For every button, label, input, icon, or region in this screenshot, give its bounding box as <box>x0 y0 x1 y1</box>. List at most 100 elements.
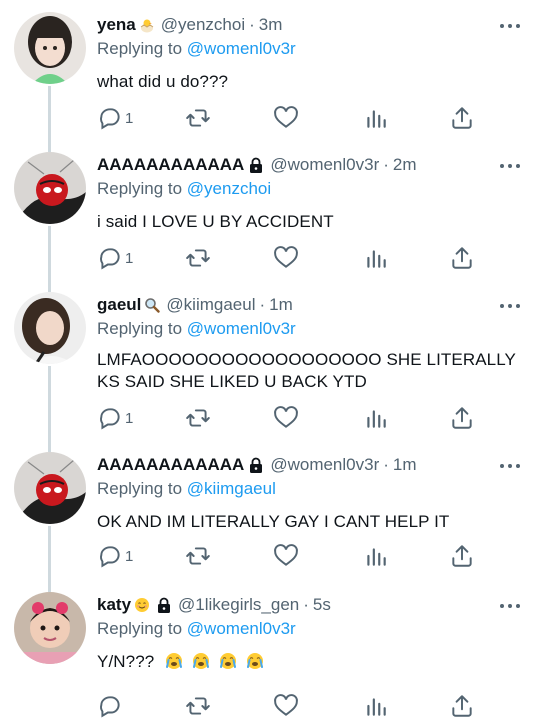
share-button[interactable] <box>449 104 475 132</box>
views-button[interactable] <box>363 542 389 570</box>
reply-icon <box>97 105 123 131</box>
display-name[interactable]: gaeul <box>97 294 141 316</box>
avatar[interactable] <box>14 452 86 524</box>
crying-emoji <box>192 652 210 670</box>
avatar[interactable] <box>14 292 86 364</box>
lock-icon <box>248 157 264 173</box>
avatar[interactable] <box>14 12 86 84</box>
retweet-button[interactable] <box>185 542 211 570</box>
share-button[interactable] <box>449 542 475 570</box>
tweet[interactable]: AAAAAAAAAAAA @womenl0v3r · 2m Replying t… <box>0 140 540 280</box>
share-button[interactable] <box>449 244 475 272</box>
tweet-text: Y/N??? <box>97 652 155 671</box>
retweet-button[interactable] <box>185 404 211 432</box>
replying-to: Replying to @womenl0v3r <box>97 38 522 60</box>
user-handle[interactable]: @womenl0v3r <box>270 154 379 176</box>
user-handle[interactable]: @womenl0v3r <box>270 454 379 476</box>
user-handle[interactable]: @yenzchoi <box>161 14 245 36</box>
avatar[interactable] <box>14 152 86 224</box>
timestamp[interactable]: 1m <box>393 454 417 476</box>
reply-count: 1 <box>125 547 134 565</box>
more-icon[interactable] <box>500 464 520 470</box>
reply-count: 1 <box>125 109 134 127</box>
views-icon <box>363 245 389 271</box>
timestamp[interactable]: 1m <box>269 294 293 316</box>
like-button[interactable] <box>273 542 299 570</box>
reply-button[interactable]: 1 <box>97 244 133 272</box>
tweet-text-line: KS SAID SHE LIKED U BACK YTD <box>97 372 367 391</box>
reply-button[interactable] <box>97 692 125 720</box>
share-icon <box>449 543 475 569</box>
timestamp[interactable]: 3m <box>259 14 283 36</box>
reply-button[interactable]: 1 <box>97 542 133 570</box>
more-icon[interactable] <box>500 304 520 310</box>
mention-link[interactable]: @womenl0v3r <box>187 619 296 638</box>
reply-icon <box>97 405 123 431</box>
replying-to: Replying to @yenzchoi <box>97 178 522 200</box>
mention-link[interactable]: @kiimgaeul <box>187 479 276 498</box>
crying-emoji <box>165 652 183 670</box>
replying-to: Replying to @womenl0v3r <box>97 618 522 640</box>
like-icon <box>273 245 299 271</box>
tweet[interactable]: gaeul @kiimgaeul · 1m Replying to @women… <box>0 280 540 440</box>
reply-icon <box>97 543 123 569</box>
tweet-text-line: LMFAOOOOOOOOOOOOOOOOOO SHE LITERALLY <box>97 350 516 369</box>
user-handle[interactable]: @1likegirls_gen <box>178 594 299 616</box>
smiling-emoji <box>134 597 150 613</box>
views-button[interactable] <box>363 104 389 132</box>
views-icon <box>363 405 389 431</box>
mention-link[interactable]: @yenzchoi <box>187 179 271 198</box>
reply-button[interactable]: 1 <box>97 404 133 432</box>
tweet-text: i said I LOVE U BY ACCIDENT <box>97 212 334 231</box>
retweet-icon <box>185 405 211 431</box>
replying-prefix: Replying to <box>97 479 183 498</box>
like-icon <box>273 693 299 719</box>
separator-dot: · <box>383 455 389 474</box>
reply-count: 1 <box>125 409 134 427</box>
replying-to: Replying to @kiimgaeul <box>97 478 522 500</box>
display-name[interactable]: AAAAAAAAAAAA <box>97 454 244 476</box>
like-button[interactable] <box>273 692 299 720</box>
views-button[interactable] <box>363 404 389 432</box>
more-icon[interactable] <box>500 24 520 30</box>
views-icon <box>363 543 389 569</box>
share-button[interactable] <box>449 404 475 432</box>
reply-button[interactable]: 1 <box>97 104 133 132</box>
tweet-actions <box>97 692 522 720</box>
views-icon <box>363 105 389 131</box>
timestamp[interactable]: 5s <box>313 594 331 616</box>
views-button[interactable] <box>363 692 389 720</box>
tweet-text: LMFAOOOOOOOOOOOOOOOOOO SHE LITERALLY KS … <box>97 349 522 393</box>
like-button[interactable] <box>273 404 299 432</box>
like-button[interactable] <box>273 104 299 132</box>
tweet-actions: 1 <box>97 404 522 432</box>
retweet-button[interactable] <box>185 692 211 720</box>
more-icon[interactable] <box>500 604 520 610</box>
more-icon[interactable] <box>500 164 520 170</box>
tweet[interactable]: AAAAAAAAAAAA @womenl0v3r · 1m Replying t… <box>0 440 540 580</box>
display-name[interactable]: AAAAAAAAAAAA <box>97 154 244 176</box>
avatar[interactable] <box>14 592 86 664</box>
retweet-icon <box>185 693 211 719</box>
share-button[interactable] <box>449 692 475 720</box>
tweet-actions: 1 <box>97 244 522 272</box>
mention-link[interactable]: @womenl0v3r <box>187 319 296 338</box>
replying-prefix: Replying to <box>97 619 183 638</box>
timestamp[interactable]: 2m <box>393 154 417 176</box>
like-button[interactable] <box>273 244 299 272</box>
retweet-button[interactable] <box>185 244 211 272</box>
mention-link[interactable]: @womenl0v3r <box>187 39 296 58</box>
display-name[interactable]: katy <box>97 594 131 616</box>
like-icon <box>273 405 299 431</box>
display-name[interactable]: yena <box>97 14 136 36</box>
retweet-icon <box>185 105 211 131</box>
retweet-icon <box>185 245 211 271</box>
user-handle[interactable]: @kiimgaeul <box>166 294 255 316</box>
retweet-button[interactable] <box>185 104 211 132</box>
tweet[interactable]: yena @yenzchoi · 3m Replying to @womenl0… <box>0 0 540 140</box>
share-icon <box>449 245 475 271</box>
tweet[interactable]: katy @1likegirls_gen · 5s Replying to @w… <box>0 580 540 726</box>
views-button[interactable] <box>363 244 389 272</box>
replying-to: Replying to @womenl0v3r <box>97 318 522 340</box>
crying-emoji <box>246 652 264 670</box>
